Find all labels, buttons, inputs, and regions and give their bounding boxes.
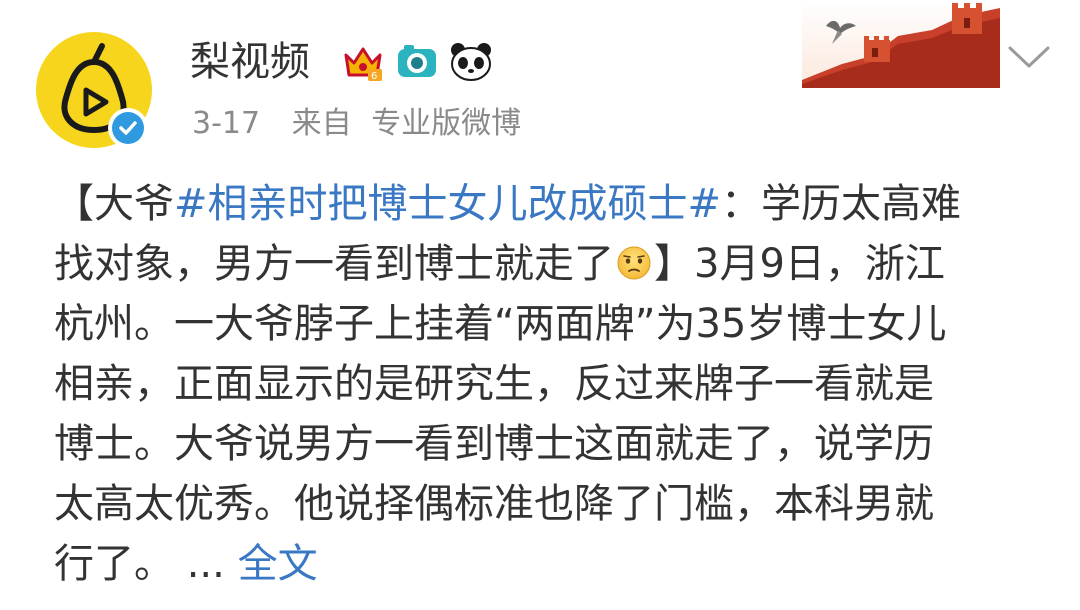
chevron-down-icon[interactable] (1004, 42, 1054, 72)
topic-link[interactable]: #相亲时把博士女儿改成硕士# (174, 181, 721, 227)
post-content: 【大爷#相亲时把博士女儿改成硕士#：学历太高难 找对象，男方一看到博士就走了 】… (54, 174, 1054, 594)
author-name[interactable]: 梨视频 (190, 36, 310, 88)
post-text: 行了。 ... (54, 541, 238, 587)
sad-face-emoji-icon (617, 246, 651, 280)
author-badges: 6 (340, 38, 494, 86)
post-text: ：学历太高难 (721, 181, 962, 227)
post-line: 【大爷#相亲时把博士女儿改成硕士#：学历太高难 (54, 174, 1054, 234)
post-text: 找对象，男方一看到博士就走了 (54, 241, 614, 287)
post-date: 3-17 (192, 106, 261, 141)
post-text: 【大爷 (54, 181, 174, 227)
post-line: 杭州。一大爷脖子上挂着“两面牌”为35岁博士女儿 (54, 301, 947, 347)
card-decoration-great-wall-icon (802, 0, 1000, 88)
source-prefix: 来自 (291, 106, 352, 141)
post-source[interactable]: 专业版微博 (371, 106, 521, 141)
crown-badge-icon[interactable]: 6 (340, 39, 386, 85)
post-line: 太高太优秀。他说择偶标准也降了门槛，本科男就 (54, 481, 934, 527)
post-line: 相亲，正面显示的是研究生，反过来牌子一看就是 (54, 361, 934, 407)
post-line: 博士。大爷说男方一看到博士这面就走了，说学历 (54, 421, 934, 467)
post-meta: 3-17 来自 专业版微博 (192, 104, 521, 144)
panda-badge-icon[interactable] (448, 39, 494, 85)
post-line: 找对象，男方一看到博士就走了 】3月9日，浙江 (54, 234, 1054, 294)
camera-badge-icon[interactable] (394, 39, 440, 85)
full-text-link[interactable]: 全文 (238, 541, 318, 587)
post-text: 】3月9日，浙江 (654, 241, 945, 287)
svg-text:6: 6 (371, 71, 377, 82)
weibo-post-card: 梨视频 6 3-17 来自 专业版微博 【大爷#相亲时把博士女儿改成硕士#：学历… (0, 0, 1080, 610)
post-line: 行了。 ... 全文 (54, 534, 1054, 594)
verified-badge-icon (108, 108, 148, 148)
